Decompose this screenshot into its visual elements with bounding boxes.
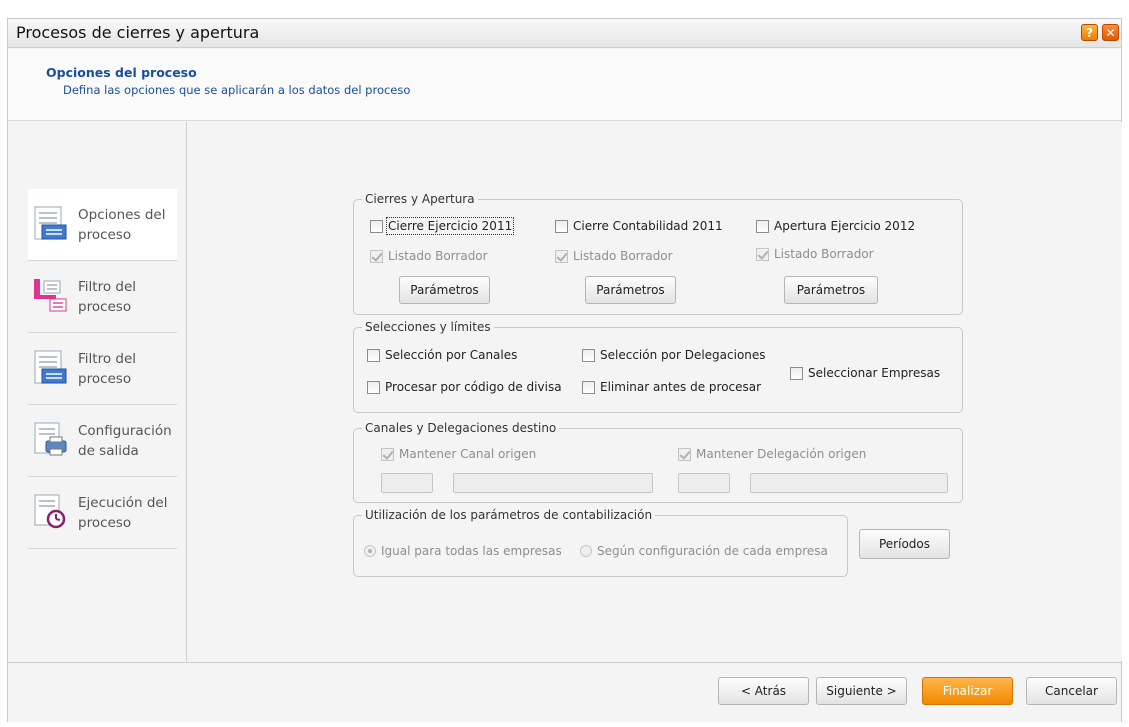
wizard-sidebar: Opciones del proceso Filtro del proceso	[8, 122, 187, 661]
radio-dot[interactable]	[580, 545, 592, 557]
next-button[interactable]: Siguiente >	[816, 677, 907, 705]
listado-borrador-3-checkbox[interactable]: Listado Borrador	[756, 247, 874, 261]
checkbox-box[interactable]	[756, 219, 769, 233]
procesar-divisa-checkbox[interactable]: Procesar por código de divisa	[367, 380, 562, 394]
delegacion-code-field[interactable]	[678, 473, 730, 493]
checkbox-box[interactable]	[582, 380, 595, 394]
parametros-1-button[interactable]: Parámetros	[399, 276, 490, 304]
checkbox-label: Cierre Ejercicio 2011	[385, 217, 515, 235]
parametros-2-button[interactable]: Parámetros	[585, 276, 676, 304]
close-icon[interactable]: ✕	[1102, 24, 1119, 41]
sidebar-item-label: Filtro del proceso	[78, 279, 137, 315]
printer-icon	[34, 422, 67, 456]
checkbox-label: Mantener Delegación origen	[696, 447, 867, 461]
sidebar-item-label: Ejecución del proceso	[78, 495, 168, 531]
sidebar-item-configuracion[interactable]: Configuración de salida	[28, 405, 177, 477]
destino-group: Canales y Delegaciones destino Mantener …	[353, 421, 963, 503]
listado-borrador-2-checkbox[interactable]: Listado Borrador	[555, 249, 673, 263]
seleccion-canales-checkbox[interactable]: Selección por Canales	[367, 348, 517, 362]
checkbox-label: Apertura Ejercicio 2012	[774, 219, 916, 233]
dialog-window: Procesos de cierres y apertura ? ✕ Opcio…	[7, 18, 1122, 722]
group-legend: Utilización de los parámetros de contabi…	[362, 508, 656, 522]
back-button[interactable]: < Atrás	[718, 677, 809, 705]
cierres-group: Cierres y Apertura Cierre Ejercicio 2011…	[353, 192, 963, 315]
mantener-delegacion-checkbox[interactable]: Mantener Delegación origen	[678, 447, 866, 461]
group-legend: Canales y Delegaciones destino	[362, 421, 560, 435]
list-form-icon	[34, 350, 67, 384]
list-form-icon	[34, 206, 67, 240]
parametros-3-button[interactable]: Parámetros	[784, 276, 878, 304]
seleccionar-empresas-checkbox[interactable]: Seleccionar Empresas	[790, 366, 940, 380]
checkbox-label: Listado Borrador	[573, 249, 673, 263]
checkbox-label: Eliminar antes de procesar	[600, 380, 762, 394]
sidebar-item-label: Opciones del proceso	[78, 207, 166, 243]
igual-empresas-radio[interactable]: Igual para todas las empresas	[364, 544, 562, 558]
checkbox-label: Mantener Canal origen	[399, 447, 537, 461]
radio-label: Según configuración de cada empresa	[597, 544, 828, 558]
checkbox-label: Seleccionar Empresas	[808, 366, 941, 380]
filter-tree-icon	[34, 279, 67, 312]
step-header: Opciones del proceso Defina las opciones…	[8, 49, 1121, 121]
checkbox-box[interactable]	[678, 447, 691, 461]
checkbox-label: Selección por Delegaciones	[600, 348, 766, 362]
checkbox-box[interactable]	[555, 219, 568, 233]
group-legend: Cierres y Apertura	[362, 192, 478, 206]
radio-label: Igual para todas las empresas	[381, 544, 562, 558]
seleccion-delegaciones-checkbox[interactable]: Selección por Delegaciones	[582, 348, 766, 362]
checkbox-box[interactable]	[370, 249, 383, 263]
checkbox-label: Selección por Canales	[385, 348, 518, 362]
group-legend: Selecciones y límites	[362, 320, 494, 334]
periodos-button[interactable]: Períodos	[859, 529, 950, 559]
title-bar: Procesos de cierres y apertura ? ✕	[8, 19, 1121, 48]
mantener-canal-checkbox[interactable]: Mantener Canal origen	[381, 447, 536, 461]
step-title: Opciones del proceso	[46, 65, 197, 80]
canal-code-field[interactable]	[381, 473, 433, 493]
wizard-footer: < Atrás Siguiente > Finalizar Cancelar	[8, 662, 1121, 722]
alarm-clock-icon	[34, 494, 66, 529]
sidebar-item-opciones[interactable]: Opciones del proceso	[28, 189, 177, 261]
checkbox-label: Listado Borrador	[388, 249, 488, 263]
radio-dot[interactable]	[364, 545, 376, 557]
checkbox-box[interactable]	[555, 249, 568, 263]
checkbox-label: Listado Borrador	[774, 247, 874, 261]
checkbox-box[interactable]	[756, 247, 769, 261]
selecciones-group: Selecciones y límites Selección por Cana…	[353, 320, 963, 413]
apertura-ejercicio-checkbox[interactable]: Apertura Ejercicio 2012	[756, 219, 915, 233]
checkbox-box[interactable]	[370, 219, 383, 233]
cierre-ejercicio-checkbox[interactable]: Cierre Ejercicio 2011	[370, 217, 515, 235]
sidebar-item-label: Filtro del proceso	[78, 351, 137, 387]
checkbox-box[interactable]	[582, 348, 595, 362]
checkbox-box[interactable]	[790, 366, 803, 380]
checkbox-box[interactable]	[381, 447, 394, 461]
finish-button[interactable]: Finalizar	[922, 677, 1013, 705]
cancel-button[interactable]: Cancelar	[1026, 677, 1117, 705]
contabilizacion-group: Utilización de los parámetros de contabi…	[353, 508, 848, 577]
listado-borrador-1-checkbox[interactable]: Listado Borrador	[370, 249, 488, 263]
help-icon[interactable]: ?	[1081, 24, 1098, 41]
options-panel: Cierres y Apertura Cierre Ejercicio 2011…	[188, 122, 1122, 661]
checkbox-label: Procesar por código de divisa	[385, 380, 562, 394]
sidebar-item-filtro-1[interactable]: Filtro del proceso	[28, 261, 177, 333]
sidebar-item-filtro-2[interactable]: Filtro del proceso	[28, 333, 177, 405]
segun-configuracion-radio[interactable]: Según configuración de cada empresa	[580, 544, 828, 558]
window-title: Procesos de cierres y apertura	[16, 23, 260, 42]
cierre-contabilidad-checkbox[interactable]: Cierre Contabilidad 2011	[555, 219, 723, 233]
delegacion-name-field[interactable]	[750, 473, 948, 493]
eliminar-antes-checkbox[interactable]: Eliminar antes de procesar	[582, 380, 761, 394]
sidebar-item-label: Configuración de salida	[78, 423, 172, 459]
step-subtitle: Defina las opciones que se aplicarán a l…	[63, 83, 411, 97]
checkbox-box[interactable]	[367, 348, 380, 362]
canal-name-field[interactable]	[453, 473, 653, 493]
checkbox-label: Cierre Contabilidad 2011	[573, 219, 723, 233]
sidebar-item-ejecucion[interactable]: Ejecución del proceso	[28, 477, 177, 549]
checkbox-box[interactable]	[367, 380, 380, 394]
